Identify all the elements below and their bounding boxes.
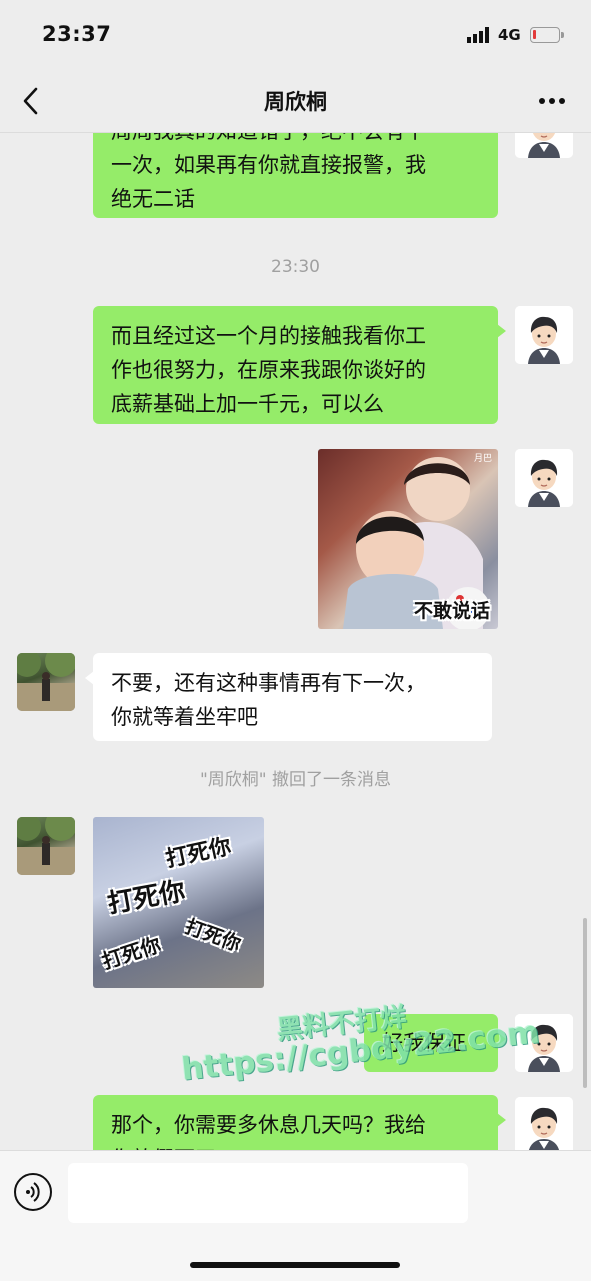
message-line: 周周我真的知道错了，绝不会有下 xyxy=(111,132,480,148)
recall-notice: "周欣桐" 撤回了一条消息 xyxy=(199,770,392,790)
sticker-text: 打死你 xyxy=(163,834,234,873)
message-line: 一次，如果再有你就直接报警，我 xyxy=(111,153,426,177)
status-bar: 23:37 4G xyxy=(0,0,591,70)
timestamp: 23:30 xyxy=(271,257,320,277)
message-line: 那个，你需要多休息几天吗？我给 xyxy=(111,1113,426,1137)
sticker-tag: 月巴 xyxy=(473,454,492,464)
home-indicator xyxy=(190,1262,400,1268)
my-avatar[interactable] xyxy=(515,306,573,364)
scrollbar[interactable] xyxy=(583,918,587,1088)
battery-level xyxy=(533,30,536,39)
my-avatar[interactable] xyxy=(515,132,573,158)
message-line: 绝无二话 xyxy=(111,187,195,211)
ellipsis-icon xyxy=(549,98,555,104)
message-line: 不要，还有这种事情再有下一次， xyxy=(111,671,426,695)
avatar-cartoon-icon xyxy=(515,1097,573,1150)
network-type: 4G xyxy=(498,26,521,44)
friend-photo-icon xyxy=(17,817,75,875)
battery-icon xyxy=(530,27,564,43)
avatar-cartoon-icon xyxy=(515,306,573,364)
voice-icon xyxy=(26,1182,40,1202)
chat-title: 周欣桐 xyxy=(264,90,327,114)
my-avatar[interactable] xyxy=(515,1097,573,1150)
message-line: 你就等着坐牢吧 xyxy=(111,705,258,729)
message-line: 而且经过这一个月的接触我看你工 xyxy=(111,324,426,348)
nav-bar: 周欣桐 xyxy=(0,70,591,133)
ellipsis-icon xyxy=(539,98,545,104)
voice-button[interactable] xyxy=(14,1173,52,1211)
sticker-text: 打死你 xyxy=(99,932,164,974)
message-bubble[interactable]: 而且经过这一个月的接触我看你工 作也很努力，在原来我跟你谈好的 底薪基础上加一千… xyxy=(93,306,506,424)
input-bar xyxy=(0,1150,591,1281)
message-line: 底薪基础上加一千元，可以么 xyxy=(111,392,384,416)
chat-area[interactable]: 周周我真的知道错了，绝不会有下 一次，如果再有你就直接报警，我 绝无二话 23:… xyxy=(0,132,591,1150)
my-avatar[interactable] xyxy=(515,449,573,507)
ellipsis-icon xyxy=(559,98,565,104)
message-line: 你放假两天 xyxy=(111,1142,480,1150)
avatar-cartoon-icon xyxy=(515,449,573,507)
friend-avatar[interactable] xyxy=(17,817,75,875)
more-button[interactable] xyxy=(537,88,571,114)
avatar-cartoon-icon xyxy=(515,132,573,158)
sticker-caption: 不敢说话 xyxy=(413,600,490,622)
sticker-text: 打死你 xyxy=(105,876,188,920)
friend-photo-icon xyxy=(17,653,75,711)
message-bubble[interactable]: 不要，还有这种事情再有下一次， 你就等着坐牢吧 xyxy=(85,653,492,741)
message-bubble[interactable]: 那个，你需要多休息几天吗？我给 你放假两天 xyxy=(93,1095,506,1150)
sticker-image[interactable]: 月巴 不敢说话 xyxy=(318,449,498,629)
message-bubble[interactable]: 周周我真的知道错了，绝不会有下 一次，如果再有你就直接报警，我 绝无二话 xyxy=(93,132,506,218)
signal-icon xyxy=(467,27,489,43)
message-line: 作也很努力，在原来我跟你谈好的 xyxy=(111,358,426,382)
status-time: 23:37 xyxy=(42,22,112,46)
message-input[interactable] xyxy=(68,1163,468,1223)
sticker-image[interactable]: 打死你 打死你 打死你 打死你 xyxy=(93,817,264,988)
sticker-text: 打死你 xyxy=(182,915,244,956)
friend-avatar[interactable] xyxy=(17,653,75,711)
